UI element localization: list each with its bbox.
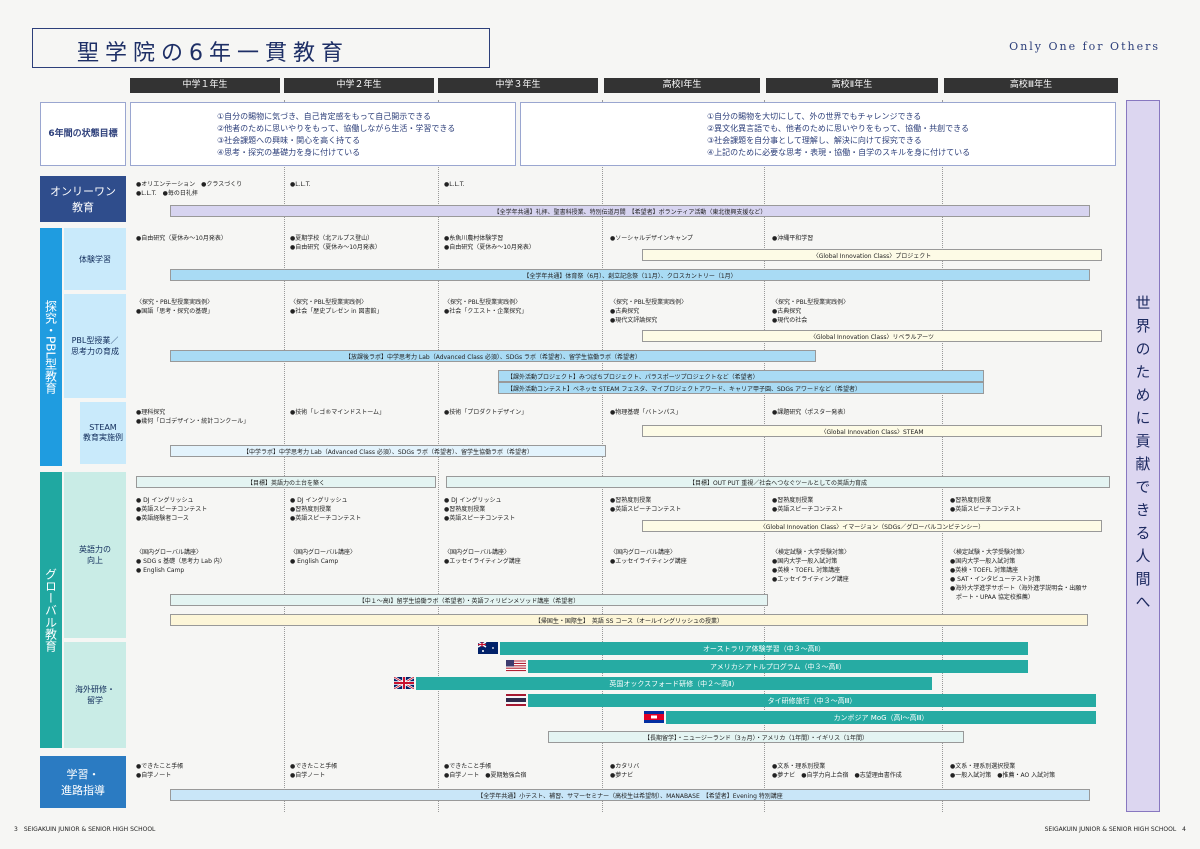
bar: 〈Global Innovation Class〉STEAM <box>642 425 1102 437</box>
sub-exp: 体験学習 <box>64 228 126 290</box>
goals-label: 6年間の状態目標 <box>40 102 126 166</box>
footer-right: SEIGAKUIN JUNIOR & SENIOR HIGH SCHOOL 4 <box>1044 826 1186 833</box>
grade-header: 中学２年生 <box>284 78 434 93</box>
bar: 【中学ラボ】中学思考力 Lab（Advanced Class 必須）、SDGs … <box>170 445 606 457</box>
footer-left: 3 SEIGAKUIN JUNIOR & SENIOR HIGH SCHOOL <box>14 826 156 833</box>
program-bar: アメリカシアトルプログラム（中３～高Ⅱ） <box>528 660 1028 673</box>
cell: 〈国内グローバル講座〉 ● SDG s 基礎（思考力 Lab 内） ● Engl… <box>136 549 226 574</box>
cell: ●文系・理系別選択授業 ●一般入試対策 ●推薦・AO 入試対策 <box>950 763 1056 779</box>
cell: ●ソーシャルデザインキャンプ <box>610 235 693 242</box>
grade-header: 高校Ⅱ年生 <box>766 78 938 93</box>
cell: ●できたこと手帳 ●自学ノート <box>136 763 184 779</box>
bar: 【課外活動コンテスト】ベネッセ STEAM フェスタ、マイプロジェクトアワード、… <box>498 382 984 394</box>
cell: 〈国内グローバル講座〉 ●エッセイライティング講座 <box>610 549 687 565</box>
cat-inquiry-label: 探究・PBL型教育 <box>43 299 58 395</box>
cell: ●習熟度別授業 ●英語スピーチコンテスト <box>950 497 1022 513</box>
cell: ●自由研究（夏休み～10月発表） <box>136 235 227 242</box>
sub-eng: 英語力の 向上 <box>64 472 126 638</box>
cell: ●理科探究 ●幾何「ロゴデザイン・統計コンクール」 <box>136 409 250 425</box>
cat-global-label: グローバル教育 <box>43 568 58 652</box>
bar: 〈Global Innovation Class〉プロジェクト <box>642 249 1102 261</box>
thailand-flag-icon <box>506 694 526 706</box>
cell: ●習熟度別授業 ●英語スピーチコンテスト <box>610 497 682 513</box>
cambodia-flag-icon <box>644 711 664 723</box>
bar: 【放課後ラボ】中学思考力 Lab（Advanced Class 必須）、SDGs… <box>170 350 816 362</box>
cell: 〈探究・PBL型授業実践例〉 ●社会「クエスト・企業探究」 <box>444 299 528 315</box>
program-bar: 英国オックスフォード研修（中２～高Ⅱ） <box>416 677 932 690</box>
cell: ●課題研究（ポスター発表） <box>772 409 850 416</box>
cat-career: 学習・ 進路指導 <box>40 756 126 808</box>
cell: ● DJ イングリッシュ ●習熟度別授業 ●英語スピーチコンテスト <box>444 497 516 522</box>
sub-pbl: PBL型授業／ 思考力の育成 <box>64 294 126 398</box>
grade-header: 高校Ⅰ年生 <box>604 78 760 93</box>
program-bar: オーストラリア体験学習（中３～高Ⅱ） <box>500 642 1028 655</box>
grade-header: 高校Ⅲ年生 <box>944 78 1118 93</box>
cat-global: グローバル教育 <box>40 472 62 748</box>
cell: ●オリエンテーション ●クラスづくり ●L.L.T. ●毎の日礼拝 <box>136 181 243 197</box>
page-title: 聖学院の6年一貫教育 <box>32 28 490 68</box>
sub-abroad: 海外研修・ 留学 <box>64 642 126 748</box>
bar: 【課外活動プロジェクト】みつばちプロジェクト、パラスポーツプロジェクトなど（希望… <box>498 370 984 382</box>
vertical-motto: 世界のために貢献できる人間へ <box>1126 100 1160 812</box>
cell: 〈探究・PBL型授業実践例〉 ●国語「思考・探究の基礎」 <box>136 299 214 315</box>
cell: ●カタリバ ●夢ナビ <box>610 763 640 779</box>
cell: ●できたこと手帳 ●自学ノート <box>290 763 338 779</box>
bar: 【帰国生・国際生】 英語 SS コース（オールイングリッシュの授業） <box>170 614 1088 626</box>
bar: 【目標】OUT PUT 重視／社会へつなぐツールとしての英語力育成 <box>446 476 1110 488</box>
australia-flag-icon <box>478 642 498 654</box>
us-flag-icon <box>506 660 526 672</box>
uk-flag-icon <box>394 677 414 689</box>
cell: ● DJ イングリッシュ ●習熟度別授業 ●英語スピーチコンテスト <box>290 497 362 522</box>
cell: ●文系・理系別授業 ●夢ナビ ●自学力向上合宿 ●志望理由書作成 <box>772 763 902 779</box>
cell: 〈国内グローバル講座〉 ●エッセイライティング講座 <box>444 549 521 565</box>
bar: 〈Global Innovation Class〉イマージョン（SDGs／グロー… <box>642 520 1102 532</box>
sub-steam: STEAM 教育実施例 <box>80 402 126 464</box>
cell: ●技術「レゴ®マインドストーム」 <box>290 409 386 416</box>
cell: ●夏期学校（北アルプス登山） ●自由研究（夏休み～10月発表） <box>290 235 381 251</box>
cell: ●糸魚川農村体験学習 ●自由研究（夏休み～10月発表） <box>444 235 535 251</box>
bar: 【目標】英語力の土台を築く <box>136 476 436 488</box>
bar: 【中１～高Ⅰ】留学生協働ラボ（希望者）・英語フィリピンメソッド講座（希望者） <box>170 594 768 606</box>
grade-header: 中学１年生 <box>130 78 280 93</box>
cell: ●L.L.T. <box>290 181 311 188</box>
cell: ●できたこと手帳 ●自学ノート ●夏期勉強合宿 <box>444 763 527 779</box>
cell: ●沖縄平和学習 <box>772 235 814 242</box>
cell: 〈探究・PBL型授業実践例〉 ●社会「歴史プレゼン in 図書館」 <box>290 299 383 315</box>
bar: 【全学年共通】礼拝、聖書科授業、特別伝道月間 【希望者】ボランティア活動（東北復… <box>170 205 1090 217</box>
cell: 〈探究・PBL型授業実践例〉 ●古典探究 ●現代の社会 <box>772 299 850 324</box>
cell: ●習熟度別授業 ●英語スピーチコンテスト <box>772 497 844 513</box>
cell: 〈検定試験・大学受験対策〉 ●国内大学一般入試対策 ●英検・TOEFL 対策講座… <box>772 549 851 583</box>
cell: ● DJ イングリッシュ ●英語スピーチコンテスト ●英語経験者コース <box>136 497 208 522</box>
bar: 〈Global Innovation Class〉リベラルアーツ <box>642 330 1102 342</box>
cell: 〈国内グローバル講座〉 ● English Camp <box>290 549 356 565</box>
bar: 【全学年共通】体育祭（6月）、創立記念祭（11月）、クロスカントリー（1月） <box>170 269 1090 281</box>
cell: ●物理基礎「バトンパス」 <box>610 409 682 416</box>
cell: ●技術「プロダクトデザイン」 <box>444 409 528 416</box>
cell: 〈検定試験・大学受験対策〉 ●国内大学一般入試対策 ●英検・TOEFL 対策講座… <box>950 549 1088 601</box>
cell: ●L.L.T. <box>444 181 465 188</box>
motto-text: 世界のために貢献できる人間へ <box>1133 295 1152 617</box>
cat-onlyone: オンリーワン 教育 <box>40 176 126 222</box>
program-bar: カンボジア MoG（高Ⅰ～高Ⅲ） <box>666 711 1096 724</box>
tagline: Only One for Others <box>1009 40 1160 53</box>
goals-senior: ①自分の賜物を大切にして、外の世界でもチャレンジできる ②異文化異言語でも、他者… <box>520 102 1116 166</box>
program-bar: タイ研修旅行（中３～高Ⅲ） <box>528 694 1096 707</box>
grade-header: 中学３年生 <box>438 78 598 93</box>
cat-inquiry: 探究・PBL型教育 <box>40 228 62 466</box>
bar: 【長期留学】・ニュージーランド（3ヵ月）・アメリカ（1年間）・イギリス（1年間） <box>548 731 964 743</box>
cell: 〈探究・PBL型授業実践例〉 ●古典探究 ●現代文評論探究 <box>610 299 688 324</box>
bar: 【全学年共通】小テスト、補習、サマーセミナー（高校生は希望制）、MANABASE… <box>170 789 1090 801</box>
goals-junior: ①自分の賜物に気づき、自己肯定感をもって自己開示できる ②他者のために思いやりを… <box>130 102 516 166</box>
